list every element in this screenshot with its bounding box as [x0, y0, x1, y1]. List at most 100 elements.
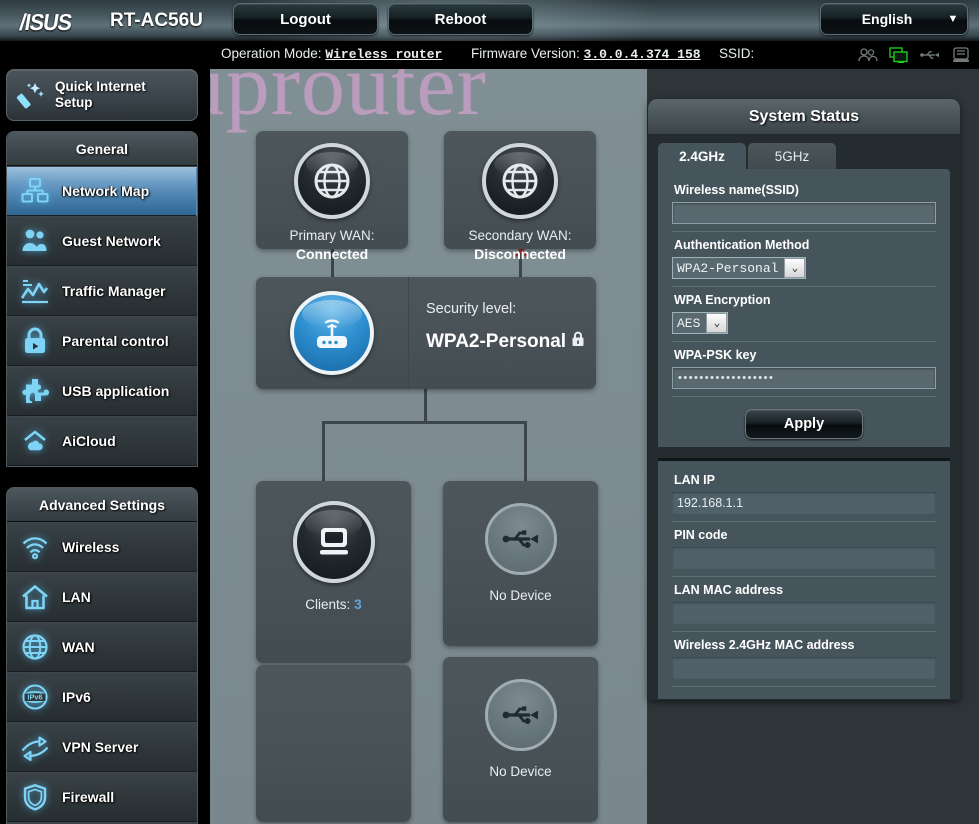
clients-label: Clients: — [305, 597, 351, 612]
quick-internet-setup-button[interactable]: Quick Internet Setup — [6, 69, 198, 121]
sidebar-group-title: Advanced Settings — [7, 488, 197, 522]
usb-icon-wrap-1 — [443, 503, 598, 575]
sidebar-item-aicloud[interactable]: AiCloud — [7, 416, 197, 466]
secondary-wan-status: Disconnected — [474, 246, 566, 262]
router-admin-page: /ISUS RT-AC56U Logout Reboot English ▼ O… — [0, 0, 979, 824]
tab-2.4ghz[interactable]: 2.4GHz — [658, 143, 746, 169]
sidebar-item-label: WAN — [62, 639, 95, 655]
select-value: AES — [677, 315, 701, 331]
router-security-info: Security level: WPA2-Personal — [426, 301, 585, 353]
sidebar-item-traffic-manager[interactable]: Traffic Manager — [7, 266, 197, 316]
info-underline — [672, 521, 936, 522]
usb-device-node-2[interactable]: No Device — [443, 657, 598, 822]
firmware-version-value[interactable]: 3.0.0.4.374_158 — [584, 47, 701, 62]
sidebar-item-usb-application[interactable]: USB application — [7, 366, 197, 416]
sidebar-item-wireless[interactable]: Wireless — [7, 522, 197, 572]
select-value: WPA2-Personal — [677, 260, 779, 276]
sidebar-item-firewall[interactable]: Firewall — [7, 772, 197, 822]
secondary-wan-node[interactable]: Secondary WAN: Disconnected — [444, 131, 596, 262]
sidebar-item-wan[interactable]: WAN — [7, 622, 197, 672]
info-strip: Operation Mode: Wireless router Firmware… — [0, 41, 979, 69]
language-selector[interactable]: English ▼ — [820, 3, 968, 35]
link-horizontal-bus — [322, 421, 527, 424]
globe-icon-wrap-2 — [444, 143, 596, 219]
usb-device-2-caption: No Device — [489, 764, 552, 779]
link-to-clients — [322, 421, 325, 481]
system-status-body: 2.4GHz 5GHz Wireless name(SSID) Authentica… — [648, 134, 960, 699]
sidebar-item-vpn-server[interactable]: VPN Server — [7, 722, 197, 772]
monitor-icon-wrap — [256, 501, 411, 583]
operation-mode: Operation Mode: Wireless router — [221, 46, 442, 62]
sidebar-item-guest-network[interactable]: Guest Network — [7, 216, 197, 266]
globe-icon-wrap — [256, 143, 408, 219]
secondary-wan-label: Secondary WAN: — [468, 228, 572, 243]
lan-home-icon — [7, 582, 62, 612]
info-label: Wireless 2.4GHz MAC address — [674, 638, 855, 652]
ssid-info: SSID: — [719, 46, 754, 61]
info-label: LAN IP — [674, 473, 715, 487]
field-label: Wireless name(SSID) — [674, 183, 799, 197]
sidebar-item-label: VPN Server — [62, 739, 139, 755]
apply-button[interactable]: Apply — [745, 409, 863, 439]
usb-icon — [484, 503, 557, 575]
sidebar-item-network-map[interactable]: Network Map — [7, 166, 197, 217]
firewall-shield-icon — [7, 782, 62, 812]
network-info-fields: LAN IP 192.168.1.1 PIN code LAN MAC address… — [658, 461, 950, 699]
sidebar-item-label: IPv6 — [62, 689, 91, 705]
primary-wan-node[interactable]: Primary WAN: Connected — [256, 131, 408, 262]
usb-icon[interactable] — [919, 45, 941, 65]
logout-button[interactable]: Logout — [233, 3, 378, 35]
users-icon[interactable] — [857, 45, 879, 65]
field-label: Authentication Method — [674, 238, 810, 252]
frequency-band-tabs: 2.4GHz 5GHz — [658, 143, 950, 169]
sidebar-item-lan[interactable]: LAN — [7, 572, 197, 622]
select-authentication-method[interactable]: WPA2-Personal ⌄ — [672, 257, 807, 279]
clients-node-extension — [256, 665, 411, 822]
info-value-box — [672, 657, 936, 679]
input-wireless-name-ssid[interactable] — [672, 202, 936, 224]
monitor-icon — [292, 501, 375, 583]
sidebar-item-label: Parental control — [62, 333, 169, 349]
sidebar-group-general: General Network Map Guest Network Traffic M… — [6, 131, 198, 467]
router-node[interactable]: Security level: WPA2-Personal — [256, 277, 596, 389]
select-wpa-encryption[interactable]: AES ⌄ — [672, 312, 729, 334]
field-underline — [672, 286, 936, 287]
ssid-label: SSID: — [719, 46, 755, 61]
field-wpa-psk-key: WPA-PSK key •••••••••••••••••• — [672, 344, 936, 397]
clients-node[interactable]: Clients: 3 — [256, 481, 411, 663]
wan-globe-icon — [7, 632, 62, 662]
watermark-text: setuprouter — [210, 69, 487, 134]
clients-count: 3 — [353, 596, 362, 612]
header-status-icons — [857, 45, 972, 65]
input-wpa-psk-key[interactable]: •••••••••••••••••• — [672, 367, 936, 389]
secondary-wan-caption: Secondary WAN: Disconnected — [444, 227, 596, 264]
usb-application-icon — [7, 376, 62, 406]
chevron-down-icon: ⌄ — [784, 258, 806, 278]
field-wireless-name-ssid: Wireless name(SSID) — [672, 179, 936, 232]
usb-icon-wrap-2 — [443, 679, 598, 751]
monitor-network-icon[interactable] — [888, 45, 910, 65]
tab-5ghz[interactable]: 5GHz — [748, 143, 836, 169]
usb-device-1-caption: No Device — [489, 588, 552, 603]
ipv6-icon: IPv6 — [7, 682, 62, 712]
guest-network-icon — [7, 226, 62, 256]
sidebar-item-label: LAN — [62, 589, 91, 605]
sidebar-item-parental-control[interactable]: Parental control — [7, 316, 197, 366]
top-header-bar: /ISUS RT-AC56U Logout Reboot English ▼ — [0, 0, 979, 41]
firmware-version: Firmware Version: 3.0.0.4.374_158 — [471, 46, 701, 62]
globe-icon — [482, 143, 558, 219]
reboot-button[interactable]: Reboot — [388, 3, 533, 35]
info-label: LAN MAC address — [674, 583, 784, 597]
primary-wan-caption: Primary WAN: Connected — [256, 227, 408, 264]
globe-icon — [294, 143, 370, 219]
printer-icon[interactable] — [950, 45, 972, 65]
usb-device-node-1[interactable]: No Device — [443, 481, 598, 646]
operation-mode-value[interactable]: Wireless router — [325, 47, 442, 62]
sidebar-navigation: Quick Internet Setup General Network Map G… — [0, 69, 210, 824]
info-label: PIN code — [674, 528, 728, 542]
firmware-version-label: Firmware Version: — [471, 46, 580, 61]
link-router-down — [424, 389, 427, 421]
sidebar-item-ipv6[interactable]: IPv6 IPv6 — [7, 672, 197, 722]
asus-logo: /ISUS — [17, 9, 74, 35]
field-underline — [672, 341, 936, 342]
